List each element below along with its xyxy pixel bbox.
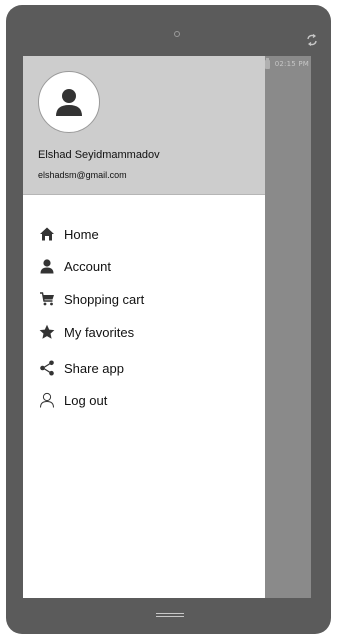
navigation-drawer: Elshad Seyidmammadov elshadsm@gmail.com …: [23, 56, 265, 598]
avatar[interactable]: [38, 71, 100, 133]
status-time: 02:15 PM: [274, 60, 309, 68]
account-icon: [38, 257, 56, 275]
device-frame: 02:15 PM Elshad Seyidmammadov elshadsm@g…: [6, 5, 331, 634]
star-icon: [38, 323, 56, 341]
camera-icon: [174, 31, 180, 37]
logout-icon: [38, 391, 56, 409]
menu-item-label: My favorites: [64, 324, 135, 340]
status-bar: 02:15 PM: [264, 57, 309, 69]
user-avatar-icon: [56, 89, 82, 116]
battery-icon: [264, 57, 270, 69]
menu-item-label: Account: [64, 258, 111, 274]
menu-item-account[interactable]: Account: [38, 256, 258, 276]
menu-button[interactable]: [156, 613, 184, 618]
menu-item-label: Share app: [64, 360, 124, 376]
menu-item-shopping-cart[interactable]: Shopping cart: [38, 289, 258, 309]
menu-item-favorites[interactable]: My favorites: [38, 322, 258, 342]
menu-item-home[interactable]: Home: [38, 224, 258, 244]
screen[interactable]: 02:15 PM Elshad Seyidmammadov elshadsm@g…: [23, 56, 311, 598]
user-email: elshadsm@gmail.com: [38, 170, 127, 180]
menu-item-share-app[interactable]: Share app: [38, 358, 258, 378]
drawer-header: Elshad Seyidmammadov elshadsm@gmail.com: [23, 56, 265, 195]
rotate-icon[interactable]: [305, 33, 319, 47]
menu-item-log-out[interactable]: Log out: [38, 390, 258, 410]
menu-item-label: Home: [64, 226, 99, 242]
cart-icon: [38, 290, 56, 308]
user-name: Elshad Seyidmammadov: [38, 149, 160, 161]
home-icon: [38, 225, 56, 243]
share-icon: [38, 359, 56, 377]
menu-item-label: Log out: [64, 392, 108, 408]
menu-item-label: Shopping cart: [64, 291, 145, 307]
